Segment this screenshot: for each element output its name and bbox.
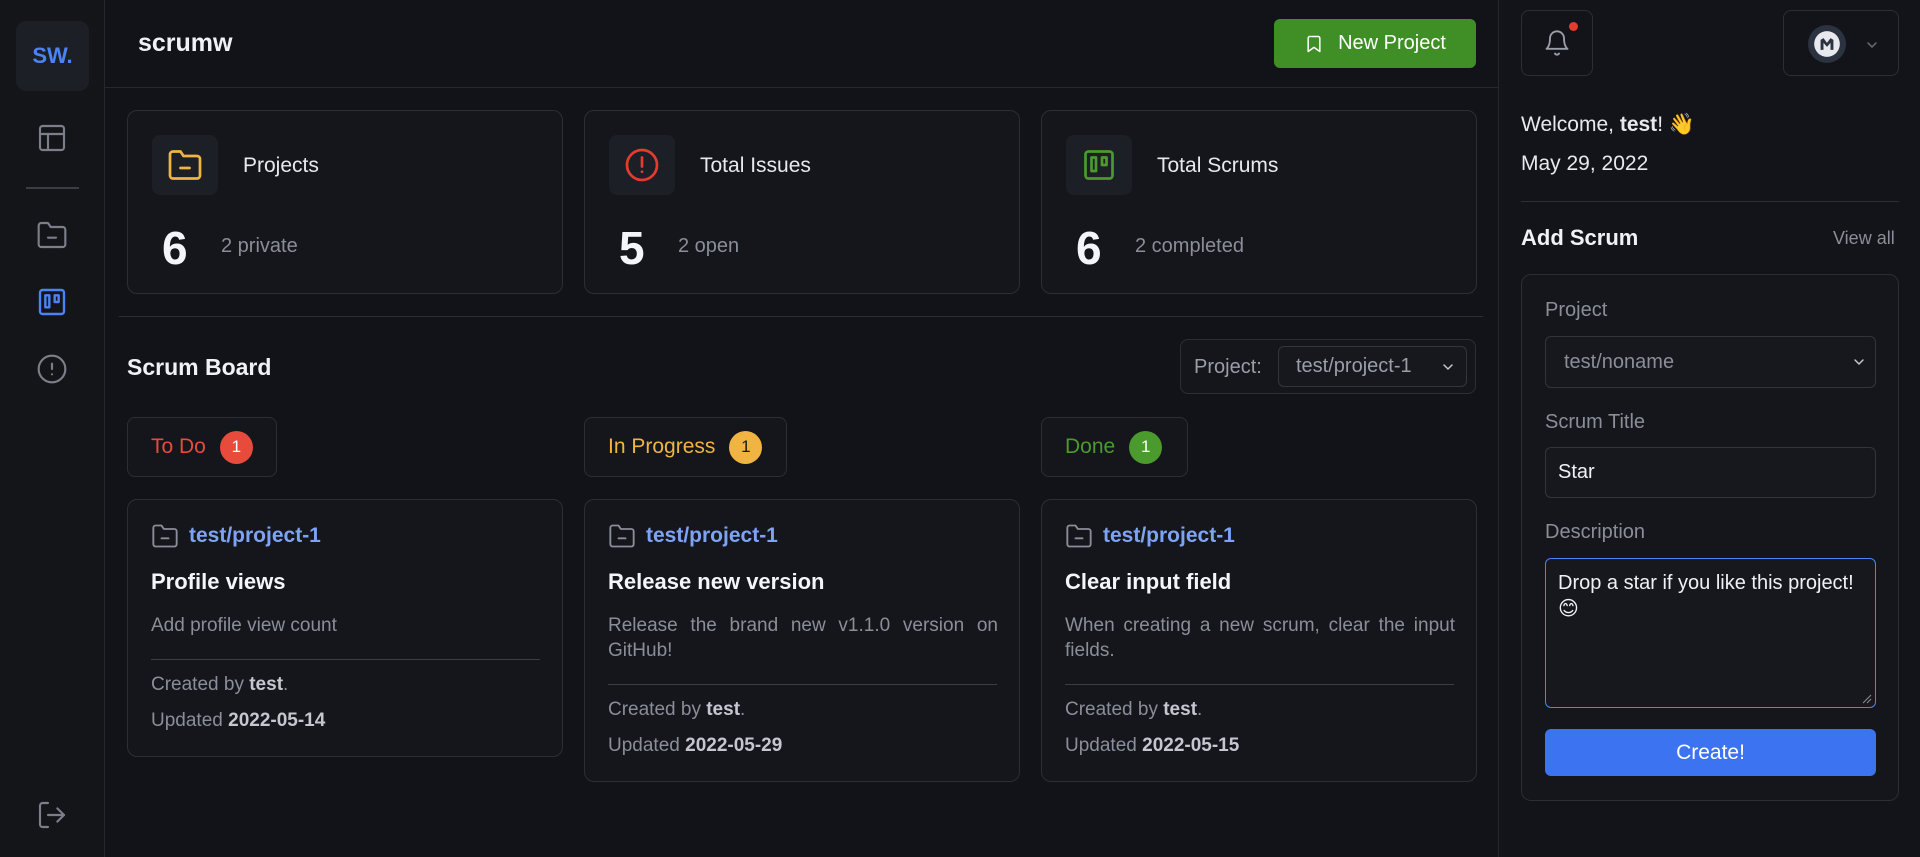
card-created-by: Created by test.	[608, 699, 746, 720]
trello-icon	[1066, 135, 1132, 195]
folder-minus-icon[interactable]	[33, 216, 71, 254]
folder-minus-icon	[609, 524, 635, 548]
column-label: Done	[1065, 435, 1116, 458]
column-header-in-progress[interactable]: In Progress 1	[584, 417, 787, 477]
stat-subtext: 2 private	[221, 235, 298, 257]
trello-icon[interactable]	[33, 283, 71, 321]
project-field-label: Project	[1545, 299, 1608, 321]
bookmark-icon	[1307, 35, 1321, 52]
scrum-card[interactable]: test/project-1 Clear input field When cr…	[1041, 499, 1477, 782]
notification-dot	[1569, 22, 1578, 31]
card-project-name: test/project-1	[1103, 524, 1235, 547]
left-sidebar: SW.	[0, 0, 105, 857]
card-title: Clear input field	[1065, 569, 1232, 594]
chevron-down-icon	[1443, 364, 1453, 371]
stat-label: Total Scrums	[1157, 154, 1279, 177]
card-divider	[151, 659, 540, 660]
add-scrum-title: Add Scrum	[1521, 225, 1639, 250]
card-project-name: test/project-1	[189, 524, 321, 547]
scrum-card[interactable]: test/project-1 Release new version Relea…	[584, 499, 1020, 782]
card-project-name: test/project-1	[646, 524, 778, 547]
create-button[interactable]: Create!	[1545, 729, 1876, 776]
stat-label: Total Issues	[700, 154, 811, 177]
count-badge: 1	[729, 430, 763, 464]
card-description: Release the brand new v1.1.0 version on …	[608, 615, 998, 661]
layout-icon[interactable]	[33, 119, 71, 157]
sidebar-divider	[26, 187, 79, 189]
resize-handle-icon[interactable]	[1862, 694, 1872, 704]
card-description: When creating a new scrum, clear the inp…	[1065, 615, 1455, 661]
card-updated: Updated 2022-05-29	[608, 735, 783, 756]
alert-circle-icon	[609, 135, 675, 195]
card-project-link[interactable]: test/project-1	[151, 522, 321, 550]
card-created-by: Created by test.	[1065, 699, 1203, 720]
user-menu-button[interactable]	[1783, 10, 1899, 76]
stat-card-projects: Projects 6 2 private	[127, 110, 563, 294]
count-badge: 1	[1129, 430, 1163, 464]
bell-icon	[1545, 30, 1569, 56]
project-select[interactable]: test/noname	[1545, 336, 1876, 388]
card-divider	[608, 684, 997, 685]
stat-label: Projects	[243, 154, 319, 177]
scrum-title-label: Scrum Title	[1545, 411, 1646, 433]
logout-icon[interactable]	[33, 796, 71, 834]
card-created-by: Created by test.	[151, 674, 289, 695]
app-logo[interactable]: SW.	[16, 21, 89, 91]
scrum-title-input[interactable]: Star	[1545, 447, 1876, 498]
column-label: In Progress	[608, 435, 716, 458]
top-bar: scrumw New Project	[105, 0, 1498, 88]
description-value: Drop a star if you like this project! 😊	[1558, 572, 1854, 620]
app-title: scrumw	[138, 29, 233, 57]
welcome-message: Welcome, test! 👋	[1521, 113, 1696, 136]
card-updated: Updated 2022-05-14	[151, 710, 326, 731]
stat-card-scrums: Total Scrums 6 2 completed	[1041, 110, 1477, 294]
card-description: Add profile view count	[151, 615, 337, 636]
project-filter: Project: test/project-1	[1180, 339, 1476, 394]
board-title: Scrum Board	[127, 354, 272, 380]
count-badge: 1	[219, 430, 253, 464]
column-header-done[interactable]: Done 1	[1041, 417, 1188, 477]
column-label: To Do	[151, 435, 206, 458]
project-filter-value: test/project-1	[1296, 355, 1412, 377]
stat-value: 6	[1076, 222, 1102, 274]
description-textarea[interactable]: Drop a star if you like this project! 😊	[1545, 558, 1876, 708]
stat-value: 5	[619, 222, 645, 274]
card-title: Profile views	[151, 569, 286, 594]
right-panel: Welcome, test! 👋 May 29, 2022 Add Scrum …	[1498, 0, 1920, 857]
new-project-label: New Project	[1338, 32, 1446, 54]
panel-divider	[1521, 201, 1899, 202]
folder-minus-icon	[1066, 524, 1092, 548]
project-filter-select[interactable]: test/project-1	[1278, 346, 1467, 387]
card-updated: Updated 2022-05-15	[1065, 735, 1240, 756]
folder-minus-icon	[152, 135, 218, 195]
folder-minus-icon	[152, 524, 178, 548]
stat-subtext: 2 completed	[1135, 235, 1244, 257]
card-divider	[1065, 684, 1454, 685]
chevron-down-icon	[1867, 42, 1877, 49]
section-divider	[119, 316, 1483, 317]
chevron-down-icon	[1854, 359, 1864, 366]
project-filter-label: Project:	[1194, 356, 1262, 378]
new-project-button[interactable]: New Project	[1274, 19, 1476, 68]
current-date: May 29, 2022	[1521, 152, 1649, 175]
github-logo-icon	[1814, 31, 1840, 57]
scrum-card[interactable]: test/project-1 Profile views Add profile…	[127, 499, 563, 757]
stat-card-issues: Total Issues 5 2 open	[584, 110, 1020, 294]
column-header-todo[interactable]: To Do 1	[127, 417, 277, 477]
card-title: Release new version	[608, 569, 825, 594]
alert-circle-icon[interactable]	[33, 350, 71, 388]
stat-value: 6	[162, 222, 188, 274]
description-label: Description	[1545, 521, 1646, 543]
view-all-link[interactable]: View all	[1833, 228, 1895, 249]
notifications-button[interactable]	[1521, 10, 1593, 76]
card-project-link[interactable]: test/project-1	[1065, 522, 1235, 550]
add-scrum-form: Project test/noname Scrum Title Star Des…	[1521, 274, 1899, 801]
stat-subtext: 2 open	[678, 235, 740, 257]
card-project-link[interactable]: test/project-1	[608, 522, 778, 550]
avatar	[1808, 25, 1846, 63]
project-select-value: test/noname	[1564, 350, 1675, 373]
